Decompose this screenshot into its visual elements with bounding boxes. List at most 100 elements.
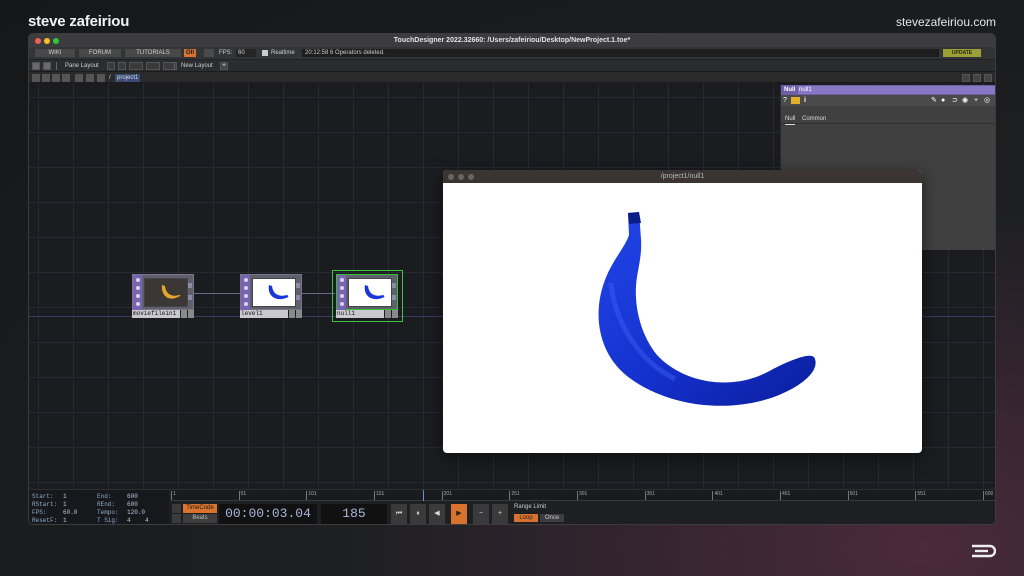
help-icon[interactable]: ? [783, 95, 787, 106]
output-port[interactable] [188, 295, 192, 300]
op-label[interactable]: null1 [336, 310, 384, 318]
viewer-zoom-button[interactable] [468, 174, 474, 180]
comment-icon[interactable]: ● [941, 95, 945, 106]
ruler-tick: 101 [306, 491, 317, 500]
op-flags-strip[interactable] [337, 275, 346, 311]
fps-label: FPS: [219, 50, 233, 56]
step-back-button[interactable]: ◀ [429, 504, 445, 524]
op-node-null1[interactable]: null1 [332, 270, 403, 322]
output-port[interactable] [296, 295, 300, 300]
op-label[interactable]: level1 [240, 310, 288, 318]
frame-display[interactable]: 185 [321, 504, 387, 524]
step-plus-button[interactable]: + [492, 504, 508, 524]
viewer-flag[interactable] [181, 310, 187, 318]
layout-2-icon[interactable] [118, 62, 126, 70]
end-label: End: [97, 493, 112, 500]
play-button[interactable]: ▶ [451, 504, 467, 524]
range-limit-label: Range Limit [514, 504, 547, 510]
tsig-numerator[interactable]: 4 [127, 517, 131, 524]
zoom-window-button[interactable] [53, 37, 59, 44]
op-label[interactable]: moviefilein1 [132, 310, 180, 318]
op-flags-strip[interactable] [133, 275, 142, 311]
bypass-flag[interactable] [188, 310, 194, 318]
fps-field[interactable]: 60 [236, 49, 256, 57]
python-icon[interactable] [791, 97, 800, 104]
timecode-display[interactable]: 00:00:03.04 [219, 504, 317, 524]
op-name-field[interactable]: null1 [798, 86, 995, 94]
minimize-window-button[interactable] [44, 37, 50, 44]
edit-icon[interactable]: ✎ [931, 95, 937, 106]
bypass-flag[interactable] [392, 310, 398, 318]
brand-title: steve zafeiriou [28, 13, 130, 30]
star-icon[interactable] [86, 74, 94, 82]
layout-1-icon[interactable] [107, 62, 115, 70]
rstart-value[interactable]: 1 [63, 501, 67, 508]
viewer-icon[interactable]: ◉ [962, 95, 968, 106]
loop-button[interactable]: Loop [514, 514, 538, 522]
timecode-button[interactable]: TimeCode [183, 504, 217, 513]
update-button[interactable]: UPDATE [943, 49, 981, 57]
layout-3-icon[interactable] [129, 62, 143, 70]
home-icon[interactable] [97, 74, 105, 82]
pane-split-icon[interactable] [32, 62, 40, 70]
beats-button[interactable]: Beats [183, 514, 217, 523]
forum-button[interactable]: FORUM [79, 49, 121, 57]
floating-viewer-window[interactable]: /project1/null1 [443, 170, 922, 453]
tab-common[interactable]: Common [802, 114, 826, 124]
viewer-minimize-button[interactable] [458, 174, 464, 180]
playhead[interactable] [423, 490, 424, 501]
pane-save-icon[interactable] [43, 62, 51, 70]
timeline-ruler[interactable]: 1 51 101 151 201 251 301 351 401 451 501 551 600 [171, 490, 995, 501]
menubar: WIKI FORUM TUTORIALS OII FPS: 60 Realtim… [29, 47, 995, 59]
rewind-button[interactable]: ⏮ [391, 504, 407, 524]
path-crumb-project1[interactable]: project1 [115, 74, 141, 82]
pause-button[interactable]: ⏸ [410, 504, 426, 524]
add-layout-button[interactable]: + [220, 62, 228, 70]
step-minus-button[interactable]: − [473, 504, 489, 524]
beats-toggle[interactable] [172, 514, 181, 523]
back-icon[interactable] [52, 74, 60, 82]
stop-icon[interactable] [42, 74, 50, 82]
viewer-flag[interactable] [289, 310, 295, 318]
end-value[interactable]: 600 [127, 493, 138, 500]
forward-icon[interactable] [62, 74, 70, 82]
link-icon[interactable]: ⊃ [952, 95, 958, 106]
tc-toggle[interactable] [172, 504, 181, 513]
info-icon[interactable]: i [804, 95, 806, 106]
pane-options-button[interactable] [984, 74, 992, 82]
resetf-value[interactable]: 1 [63, 517, 67, 524]
output-port[interactable] [392, 295, 396, 300]
wiki-button[interactable]: WIKI [35, 49, 75, 57]
time-settings: Start: 1 RStart: 1 FPS: 60.0 ResetF: 1 E… [29, 490, 169, 524]
start-value[interactable]: 1 [63, 493, 67, 500]
fps-stat-label: FPS: [32, 509, 47, 516]
once-button[interactable]: Once [540, 514, 564, 522]
window-title: TouchDesigner 2022.32660: /Users/zafeiri… [393, 37, 631, 44]
input-port[interactable] [392, 283, 396, 288]
op-flags-strip[interactable] [241, 275, 250, 311]
fps-stat-value[interactable]: 60.0 [63, 509, 77, 516]
viewer-flag[interactable] [385, 310, 391, 318]
rend-value[interactable]: 600 [127, 501, 138, 508]
op-node-level1[interactable]: level1 [240, 274, 302, 318]
tutorials-button[interactable]: TUTORIALS [125, 49, 181, 57]
op-node-moviefilein1[interactable]: moviefilein1 [132, 274, 194, 318]
plus-icon[interactable]: + [974, 95, 978, 106]
bypass-flag[interactable] [296, 310, 302, 318]
tsig-denominator[interactable]: 4 [145, 517, 149, 524]
tab-null[interactable]: Null [785, 114, 796, 125]
add-icon[interactable] [75, 74, 83, 82]
ruler-tick: 301 [577, 491, 587, 500]
input-port[interactable] [188, 283, 192, 288]
menu-icon[interactable] [32, 74, 40, 82]
pane-id-button[interactable] [962, 74, 970, 82]
tempo-value[interactable]: 120.0 [127, 509, 145, 516]
oi-indicator[interactable]: OII [184, 49, 197, 57]
pane-maximize-button[interactable] [973, 74, 981, 82]
target-icon[interactable]: ◎ [984, 95, 990, 106]
close-window-button[interactable] [35, 37, 41, 44]
input-port[interactable] [296, 283, 300, 288]
layout-4-icon[interactable] [146, 62, 160, 70]
viewer-close-button[interactable] [448, 174, 454, 180]
realtime-checkbox[interactable] [262, 50, 268, 56]
